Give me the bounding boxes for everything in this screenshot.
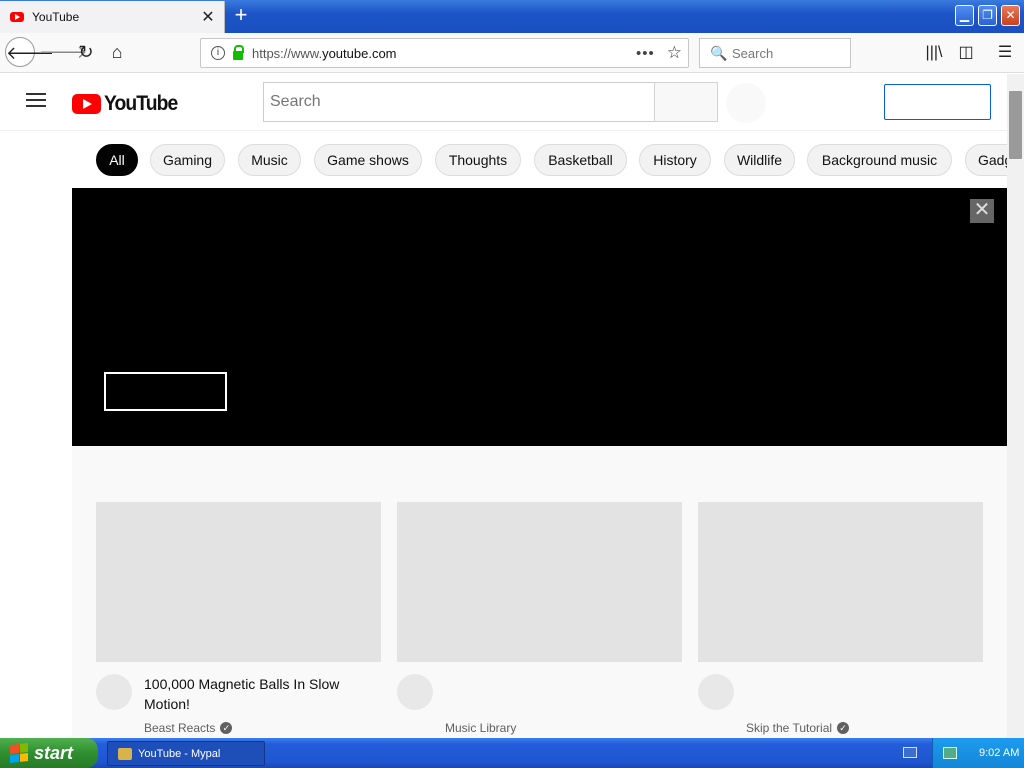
channel-avatar[interactable] <box>698 674 734 710</box>
forward-button[interactable]: 🡒 <box>39 37 87 67</box>
minimize-button[interactable]: ▁ <box>955 5 974 26</box>
start-button[interactable]: start <box>0 738 98 768</box>
video-card[interactable]: Skip the Tutorial ✓ <box>698 502 983 735</box>
reload-icon: ↻ <box>78 42 94 62</box>
chip-all[interactable]: All <box>96 144 138 176</box>
verified-check-icon: ✓ <box>837 722 850 734</box>
youtube-header: YouTube <box>0 74 1007 130</box>
youtube-play-icon <box>72 94 101 114</box>
video-thumbnail[interactable] <box>397 502 682 662</box>
channel-name[interactable]: Beast Reacts <box>144 721 215 735</box>
web-page: YouTube All Gaming Music Game shows Thou… <box>0 74 1007 738</box>
page-actions-icon[interactable]: ••• <box>636 45 655 62</box>
sidebar-icon[interactable]: ◫ <box>954 41 978 65</box>
browser-search-box[interactable]: 🔍 Search <box>699 38 851 68</box>
clock[interactable]: 9:02 AM <box>979 747 1019 759</box>
close-window-button[interactable]: ✕ <box>1001 5 1020 26</box>
home-icon: ⌂ <box>111 42 123 62</box>
youtube-favicon-icon <box>10 12 24 22</box>
site-info-icon[interactable]: i <box>211 46 225 60</box>
tab-close-icon[interactable]: ✕ <box>198 7 218 27</box>
new-tab-button[interactable]: + <box>230 4 252 28</box>
page-scrollbar[interactable] <box>1007 74 1024 738</box>
url-prefix: https://www. <box>252 45 323 61</box>
back-button[interactable]: 🡐 <box>5 37 54 67</box>
browser-tab-youtube[interactable]: YouTube ✕ <box>0 1 225 33</box>
category-chips-bar: All Gaming Music Game shows Thoughts Bas… <box>0 130 1007 188</box>
menu-icon[interactable]: ☰ <box>993 41 1017 65</box>
video-thumbnail[interactable] <box>96 502 381 662</box>
reload-button[interactable]: ↻ <box>71 37 101 67</box>
scrollbar-thumb[interactable] <box>1009 91 1022 159</box>
system-tray: 9:02 AM <box>932 738 1024 768</box>
taskbar-item-mypal[interactable]: YouTube - Mypal <box>107 741 265 766</box>
video-card[interactable]: Music Library <box>397 502 682 735</box>
channel-name-row: Skip the Tutorial ✓ <box>746 721 850 735</box>
taskbar: start YouTube - Mypal 9:02 AM <box>0 738 1024 768</box>
channel-name-row: Beast Reacts ✓ <box>144 721 233 735</box>
windows-logo-icon <box>10 743 28 763</box>
restore-icon: ❐ <box>982 8 993 22</box>
verified-check-icon: ✓ <box>220 722 233 734</box>
channel-avatar[interactable] <box>96 674 132 710</box>
tab-title: YouTube <box>32 10 80 24</box>
banner-close-button[interactable]: ✕ <box>970 199 994 223</box>
browser-search-placeholder: Search <box>732 45 774 61</box>
guide-menu-icon[interactable] <box>26 93 46 107</box>
youtube-logo-text: YouTube <box>104 92 178 115</box>
channel-avatar[interactable] <box>397 674 433 710</box>
chip-thoughts[interactable]: Thoughts <box>435 144 521 176</box>
video-card[interactable]: 100,000 Magnetic Balls In Slow Motion! B… <box>96 502 381 735</box>
sign-in-button[interactable] <box>884 84 991 120</box>
youtube-search-button[interactable] <box>654 82 718 122</box>
lock-icon <box>233 44 244 60</box>
address-bar[interactable]: i https://www.youtube.com ••• ☆ <box>200 38 689 68</box>
promo-banner: ✕ <box>72 188 1007 446</box>
channel-name[interactable]: Skip the Tutorial <box>746 721 832 735</box>
close-icon: ✕ <box>973 199 991 221</box>
youtube-search-input[interactable] <box>263 82 655 122</box>
youtube-logo[interactable]: YouTube <box>72 92 184 116</box>
channel-name-row: Music Library <box>445 721 516 735</box>
url-domain: youtube.com <box>322 45 397 61</box>
video-feed: 100,000 Magnetic Balls In Slow Motion! B… <box>72 446 1007 738</box>
chip-basketball[interactable]: Basketball <box>534 144 627 176</box>
chip-background-music[interactable]: Background music <box>807 144 952 176</box>
mypal-app-icon <box>118 747 132 760</box>
chip-game-shows[interactable]: Game shows <box>314 144 422 176</box>
restore-button[interactable]: ❐ <box>978 5 997 26</box>
bookmark-star-icon[interactable]: ☆ <box>667 43 682 63</box>
library-icon[interactable]: |||\ <box>922 41 946 65</box>
chip-history[interactable]: History <box>639 144 711 176</box>
start-label: start <box>34 742 74 763</box>
minimize-icon: ▁ <box>959 8 970 22</box>
network-icon[interactable] <box>943 747 957 759</box>
keyboard-icon[interactable] <box>903 747 917 758</box>
chip-music[interactable]: Music <box>238 144 301 176</box>
chip-wildlife[interactable]: Wildlife <box>724 144 795 176</box>
voice-search-button[interactable] <box>726 83 766 123</box>
chip-gaming[interactable]: Gaming <box>150 144 225 176</box>
channel-name[interactable]: Music Library <box>445 721 516 735</box>
url-text[interactable]: https://www.youtube.com <box>252 46 636 61</box>
banner-action-button[interactable] <box>104 372 227 411</box>
video-title[interactable]: 100,000 Magnetic Balls In Slow Motion! <box>144 674 364 714</box>
close-icon: ✕ <box>1005 8 1016 22</box>
search-engine-icon: 🔍 <box>710 45 728 61</box>
taskbar-item-label: YouTube - Mypal <box>138 747 221 760</box>
video-thumbnail[interactable] <box>698 502 983 662</box>
home-button[interactable]: ⌂ <box>102 37 132 67</box>
chip-gadgets[interactable]: Gadg <box>965 144 1007 176</box>
navigation-toolbar: 🡐 🡒 ↻ ⌂ i https://www.youtube.com ••• ☆ … <box>0 33 1024 73</box>
